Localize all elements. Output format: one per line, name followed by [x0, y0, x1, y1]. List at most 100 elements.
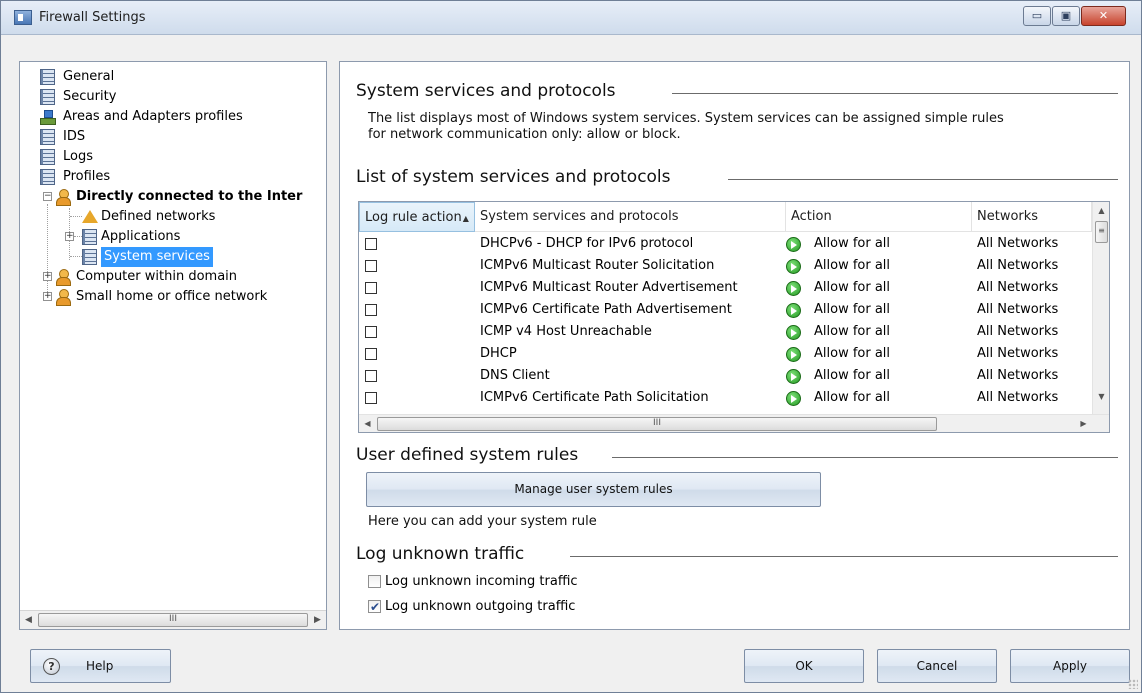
manage-user-system-rules-button[interactable]: Manage user system rules	[366, 472, 821, 507]
tree-item-label: IDS	[63, 129, 86, 144]
network-icon	[40, 109, 56, 125]
scrollbar-thumb[interactable]: III	[377, 417, 937, 431]
log-rule-checkbox[interactable]	[365, 282, 377, 294]
section-title-log-unknown: Log unknown traffic	[356, 544, 525, 564]
table-row[interactable]: ICMP v4 Host Unreachable Allow for all All…	[359, 321, 1092, 343]
service-name: DHCP	[480, 346, 517, 361]
description-text: The list displays most of Windows system…	[368, 111, 1004, 142]
tree-item-label: Small home or office network	[76, 289, 268, 304]
table-row[interactable]: ICMPv6 Certificate Path Advertisement All…	[359, 299, 1092, 321]
table-row[interactable]: ICMPv6 Certificate Path Solicitation Allo…	[359, 387, 1092, 409]
user-profile-icon	[55, 189, 71, 206]
networks-cell: All Networks	[977, 302, 1059, 317]
apply-button[interactable]: Apply	[1010, 649, 1130, 683]
expand-icon[interactable]: +	[65, 232, 74, 241]
expand-icon[interactable]: +	[43, 272, 52, 281]
table-row[interactable]: ICMPv6 Multicast Router Solicitation Allo…	[359, 255, 1092, 277]
action-label: Allow for all	[814, 390, 891, 405]
app-icon	[14, 10, 32, 25]
log-incoming-label: Log unknown incoming traffic	[385, 574, 578, 589]
table-row[interactable]: DHCPv6 - DHCP for IPv6 protocol Allow for…	[359, 233, 1092, 255]
firewall-settings-window: Firewall Settings ▭ ▣ ✕ General Security…	[0, 0, 1142, 693]
service-name: DHCPv6 - DHCP for IPv6 protocol	[480, 236, 694, 251]
networks-cell: All Networks	[977, 346, 1059, 361]
help-button[interactable]: ? Help	[30, 649, 171, 683]
log-rule-checkbox[interactable]	[365, 238, 377, 250]
section-divider	[570, 556, 1118, 557]
allow-icon	[786, 237, 801, 252]
service-name: ICMPv6 Certificate Path Solicitation	[480, 390, 709, 405]
tree-item-label: Applications	[101, 229, 181, 244]
scroll-up-arrow-icon[interactable]: ▲	[1093, 202, 1109, 219]
log-incoming-checkbox[interactable]	[368, 575, 381, 588]
networks-cell: All Networks	[977, 280, 1059, 295]
action-cell[interactable]: Allow for all	[786, 387, 972, 409]
scroll-right-arrow-icon[interactable]: ▶	[309, 611, 326, 629]
column-header-service[interactable]: System services and protocols	[475, 202, 786, 232]
expand-icon[interactable]: +	[43, 292, 52, 301]
service-name: ICMPv6 Multicast Router Advertisement	[480, 280, 738, 295]
tree-horizontal-scrollbar[interactable]: ◀ III ▶	[20, 610, 326, 629]
column-header-action[interactable]: Action	[786, 202, 972, 232]
services-table[interactable]: Log rule action▲ System services and pro…	[358, 201, 1110, 433]
action-label: Allow for all	[814, 302, 891, 317]
action-cell[interactable]: Allow for all	[786, 255, 972, 277]
action-cell[interactable]: Allow for all	[786, 277, 972, 299]
resize-grip-icon[interactable]	[1128, 679, 1138, 689]
table-row[interactable]: DHCP Allow for all All Networks	[359, 343, 1092, 365]
document-icon	[40, 69, 55, 85]
networks-cell: All Networks	[977, 390, 1059, 405]
scroll-down-arrow-icon[interactable]: ▼	[1093, 388, 1109, 405]
table-row[interactable]: DNS Client Allow for all All Networks	[359, 365, 1092, 387]
tree-connector	[47, 204, 48, 296]
scrollbar-thumb[interactable]: ≡	[1095, 221, 1108, 243]
action-cell[interactable]: Allow for all	[786, 343, 972, 365]
settings-tree: General Security Areas and Adapters prof…	[19, 61, 327, 630]
column-header-log-rule-action[interactable]: Log rule action▲	[359, 202, 475, 232]
tree-content: General Security Areas and Adapters prof…	[20, 62, 326, 610]
collapse-icon[interactable]: −	[43, 192, 52, 201]
tree-item-label: Logs	[63, 149, 93, 164]
ok-button[interactable]: OK	[744, 649, 864, 683]
tree-connector	[70, 216, 82, 217]
sort-ascending-icon: ▲	[462, 214, 469, 223]
scroll-left-arrow-icon[interactable]: ◀	[20, 611, 37, 629]
title-bar[interactable]: Firewall Settings ▭ ▣ ✕	[1, 1, 1141, 35]
log-outgoing-checkbox[interactable]	[368, 598, 381, 616]
maximize-button[interactable]: ▣	[1052, 6, 1080, 26]
action-label: Allow for all	[814, 280, 891, 295]
column-header-networks[interactable]: Networks	[972, 202, 1092, 232]
table-header: Log rule action▲ System services and pro…	[359, 202, 1092, 232]
section-divider	[612, 457, 1118, 458]
scroll-right-arrow-icon[interactable]: ▶	[1075, 415, 1092, 432]
log-rule-checkbox[interactable]	[365, 348, 377, 360]
tree-item-label: Profiles	[63, 169, 111, 184]
log-rule-checkbox[interactable]	[365, 370, 377, 382]
action-label: Allow for all	[814, 346, 891, 361]
service-name: ICMPv6 Certificate Path Advertisement	[480, 302, 732, 317]
log-rule-checkbox[interactable]	[365, 260, 377, 272]
allow-icon	[786, 325, 801, 340]
action-cell[interactable]: Allow for all	[786, 365, 972, 387]
log-rule-checkbox[interactable]	[365, 304, 377, 316]
action-label: Allow for all	[814, 236, 891, 251]
document-icon	[82, 249, 97, 265]
action-cell[interactable]: Allow for all	[786, 299, 972, 321]
tree-item-directly-connected[interactable]: − Directly connected to the Inter	[38, 187, 326, 207]
table-vertical-scrollbar[interactable]: ▲ ≡ ▼	[1092, 202, 1109, 414]
log-rule-checkbox[interactable]	[365, 392, 377, 404]
allow-icon	[786, 259, 801, 274]
allow-icon	[786, 281, 801, 296]
scroll-left-arrow-icon[interactable]: ◀	[359, 415, 376, 432]
table-row[interactable]: ICMPv6 Multicast Router Advertisement All…	[359, 277, 1092, 299]
user-profile-icon	[55, 289, 71, 306]
close-button[interactable]: ✕	[1081, 6, 1126, 26]
log-rule-checkbox[interactable]	[365, 326, 377, 338]
scrollbar-thumb[interactable]: III	[38, 613, 308, 627]
table-horizontal-scrollbar[interactable]: ◀ III ▶	[359, 414, 1109, 432]
cancel-button[interactable]: Cancel	[877, 649, 997, 683]
allow-icon	[786, 303, 801, 318]
action-cell[interactable]: Allow for all	[786, 233, 972, 255]
minimize-button[interactable]: ▭	[1023, 6, 1051, 26]
action-cell[interactable]: Allow for all	[786, 321, 972, 343]
